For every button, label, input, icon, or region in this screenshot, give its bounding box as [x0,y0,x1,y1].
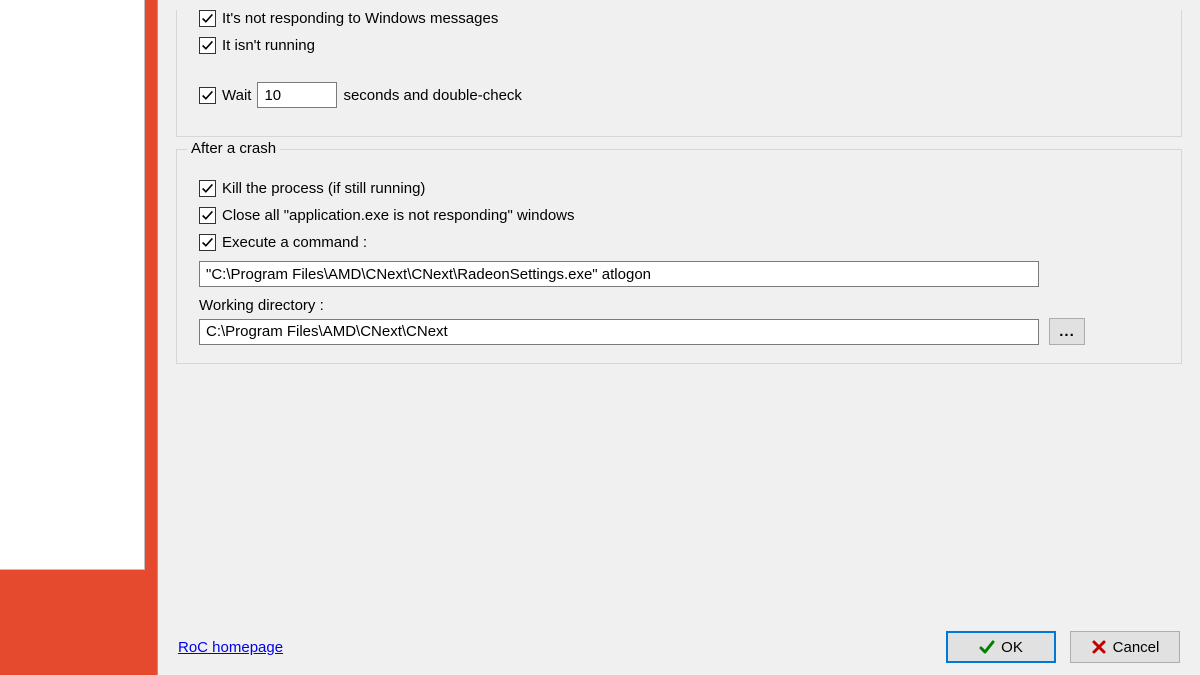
label-not-running[interactable]: It isn't running [222,37,315,54]
wait-seconds-input[interactable] [257,82,337,108]
dialog-footer: RoC homepage OK Cancel [158,631,1200,663]
cancel-button[interactable]: Cancel [1070,631,1180,663]
settings-dialog: It's not responding to Windows messages … [157,0,1200,675]
row-execute-command: Execute a command : [199,234,1159,251]
row-not-running: It isn't running [199,37,1159,54]
working-dir-label: Working directory : [199,297,1159,314]
checkbox-not-running[interactable] [199,37,216,54]
check-icon [979,639,995,655]
checkbox-kill-process[interactable] [199,180,216,197]
working-dir-input[interactable] [199,319,1039,345]
command-input[interactable] [199,261,1039,287]
browse-button[interactable]: ... [1049,318,1085,345]
label-wait[interactable]: Wait [222,87,251,104]
row-close-windows: Close all "application.exe is not respon… [199,207,1159,224]
cancel-button-label: Cancel [1113,639,1160,656]
after-crash-group: After a crash Kill the process (if still… [176,149,1182,364]
checkbox-not-responding[interactable] [199,10,216,27]
label-not-responding[interactable]: It's not responding to Windows messages [222,10,498,27]
label-execute-command[interactable]: Execute a command : [222,234,367,251]
label-close-windows[interactable]: Close all "application.exe is not respon… [222,207,575,224]
checkbox-close-windows[interactable] [199,207,216,224]
background-window [0,0,145,570]
row-not-responding: It's not responding to Windows messages [199,10,1159,27]
checkbox-execute-command[interactable] [199,234,216,251]
label-wait-suffix: seconds and double-check [343,87,521,104]
row-kill-process: Kill the process (if still running) [199,180,1159,197]
cross-icon [1091,639,1107,655]
working-dir-row: ... [199,318,1159,345]
after-crash-legend: After a crash [187,140,280,157]
ok-button[interactable]: OK [946,631,1056,663]
label-kill-process[interactable]: Kill the process (if still running) [222,180,425,197]
ok-button-label: OK [1001,639,1023,656]
detection-group: It's not responding to Windows messages … [176,10,1182,137]
checkbox-wait[interactable] [199,87,216,104]
row-wait: Wait seconds and double-check [199,82,1159,108]
homepage-link[interactable]: RoC homepage [178,639,283,656]
